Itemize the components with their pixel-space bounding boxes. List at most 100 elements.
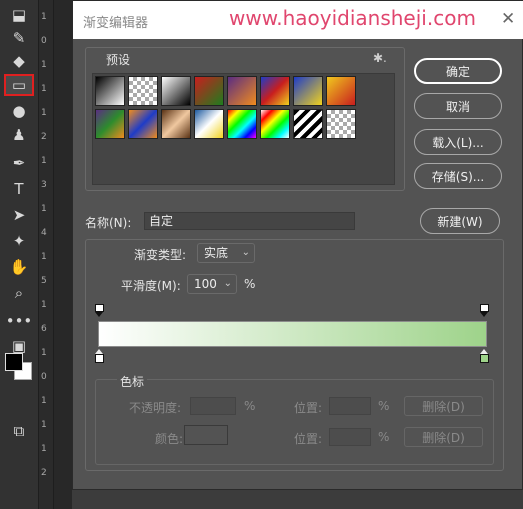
blur-tool[interactable]: ●: [4, 100, 34, 122]
ruler-tick-label: 0: [41, 36, 47, 46]
hand-tool[interactable]: ✋: [4, 256, 34, 278]
dialog-title: 渐变编辑器: [83, 16, 149, 31]
eraser-tool[interactable]: ◆: [4, 50, 34, 72]
opacity-stop-left[interactable]: [95, 304, 104, 317]
screen-mode-icon: ⧉: [13, 422, 25, 440]
stamp-tool-icon: ⬓: [11, 6, 27, 24]
smoothness-input[interactable]: 100 ⌄: [187, 274, 237, 294]
ruler-tick-label: 2: [41, 468, 47, 478]
chevron-down-icon[interactable]: ⌄: [224, 275, 232, 293]
ruler-tick-label: 1: [41, 84, 47, 94]
ruler-tick-label: 1: [41, 108, 47, 118]
save-button[interactable]: 存储(S)...: [414, 163, 502, 189]
gear-icon[interactable]: ✱.: [373, 51, 387, 65]
preset-swatch[interactable]: [95, 109, 125, 139]
presets-label: 预设: [106, 53, 131, 67]
delete-color-stop-button[interactable]: 删除(D): [404, 427, 483, 447]
zoom-tool[interactable]: ⌕: [4, 282, 34, 304]
screen-mode[interactable]: ⧉: [4, 420, 34, 442]
smoothness-value: 100: [194, 277, 217, 291]
shape-tool[interactable]: ✦: [4, 230, 34, 252]
opacity-percent: %: [244, 399, 256, 413]
opacity-input[interactable]: [190, 397, 236, 415]
preset-swatch[interactable]: [161, 76, 191, 106]
ruler-tick-label: 1: [41, 12, 47, 22]
ruler-tick-label: 1: [41, 420, 47, 430]
location-input-color[interactable]: [329, 428, 371, 446]
preset-swatch[interactable]: [293, 109, 323, 139]
location-label-color: 位置:: [294, 432, 323, 446]
preset-swatch[interactable]: [128, 109, 158, 139]
preset-swatch[interactable]: [95, 76, 125, 106]
gradient-bar[interactable]: [98, 321, 487, 347]
type-tool-icon: T: [14, 180, 24, 198]
ruler-tick-label: 0: [41, 372, 47, 382]
preset-swatch[interactable]: [326, 109, 356, 139]
tool-panel: ⬓ ✎ ◆ ▭ ● ♟ ✒ T ➤ ✦ ✋ ⌕ ••• ▣ ⧉: [0, 0, 38, 509]
more-tools-icon: •••: [5, 312, 33, 330]
preset-swatch[interactable]: [326, 76, 356, 106]
ruler-tick-label: 1: [41, 348, 47, 358]
stops-group: [95, 379, 494, 465]
ruler-tick-label: 1: [41, 252, 47, 262]
color-swatch[interactable]: [184, 425, 228, 445]
shape-tool-icon: ✦: [12, 232, 26, 250]
stops-section-label: 色标: [117, 373, 148, 390]
ruler-tick-label: 6: [41, 324, 47, 334]
pen-tool[interactable]: ✒: [4, 152, 34, 174]
background-color-swatch[interactable]: [5, 353, 23, 371]
color-stop-right[interactable]: [480, 349, 489, 363]
delete-opacity-stop-button[interactable]: 删除(D): [404, 396, 483, 416]
location-percent-color: %: [378, 430, 390, 444]
preset-swatch[interactable]: [161, 109, 191, 139]
cancel-button[interactable]: 取消: [414, 93, 502, 119]
preset-swatch[interactable]: [227, 109, 257, 139]
ruler-tick-label: 1: [41, 60, 47, 70]
ruler-tick-label: 2: [41, 132, 47, 142]
preset-swatch[interactable]: [260, 76, 290, 106]
opacity-stop-right[interactable]: [480, 304, 489, 317]
name-label: 名称(N):: [85, 216, 132, 230]
gradient-type-label: 渐变类型:: [134, 248, 187, 262]
preset-swatch[interactable]: [260, 109, 290, 139]
chevron-down-icon: ⌄: [241, 247, 250, 258]
history-brush-tool-icon: ✎: [12, 29, 26, 47]
stamp-tool[interactable]: ⬓: [4, 4, 34, 26]
ok-button[interactable]: 确定: [414, 58, 502, 84]
preset-swatch[interactable]: [194, 109, 224, 139]
preset-swatch[interactable]: [293, 76, 323, 106]
location-input-opacity[interactable]: [329, 397, 371, 415]
preset-swatch[interactable]: [194, 76, 224, 106]
type-tool[interactable]: T: [4, 178, 34, 200]
preset-swatch[interactable]: [128, 76, 158, 106]
smoothness-label: 平滑度(M):: [121, 279, 181, 293]
ruler-tick-label: 3: [41, 180, 47, 190]
gradient-type-select[interactable]: 实底 ⌄: [197, 243, 255, 263]
gradient-tool-icon: ▭: [11, 76, 27, 94]
ruler-tick-label: 4: [41, 228, 47, 238]
more-tools[interactable]: •••: [4, 310, 34, 332]
path-selection-tool-icon: ➤: [12, 206, 26, 224]
history-brush-tool[interactable]: ✎: [4, 27, 34, 49]
dodge-tool[interactable]: ♟: [4, 124, 34, 146]
color-stop-left[interactable]: [95, 349, 104, 363]
path-selection-tool[interactable]: ➤: [4, 204, 34, 226]
vertical-ruler: 1 0 1 1 1 2 1 3 1 4 1 5 1 6 1 0 1 1 1 2: [38, 0, 54, 509]
gradient-tool[interactable]: ▭: [4, 74, 34, 96]
ruler-tick-label: 1: [41, 204, 47, 214]
hand-tool-icon: ✋: [9, 258, 29, 276]
preset-swatch[interactable]: [227, 76, 257, 106]
new-button[interactable]: 新建(W): [420, 208, 500, 234]
canvas-edge: [54, 0, 72, 509]
location-percent-opacity: %: [378, 399, 390, 413]
name-input[interactable]: 自定: [144, 212, 355, 230]
eraser-tool-icon: ◆: [13, 52, 25, 70]
load-button[interactable]: 载入(L)...: [414, 129, 502, 155]
zoom-tool-icon: ⌕: [14, 284, 24, 302]
dodge-tool-icon: ♟: [12, 126, 26, 144]
dialog-titlebar: 渐变编辑器 www.haoyidiansheji.com ✕: [73, 1, 523, 39]
watermark-text: www.haoyidiansheji.com: [229, 6, 476, 30]
ruler-tick-label: 1: [41, 156, 47, 166]
close-icon[interactable]: ✕: [501, 9, 515, 29]
ruler-tick-label: 1: [41, 444, 47, 454]
